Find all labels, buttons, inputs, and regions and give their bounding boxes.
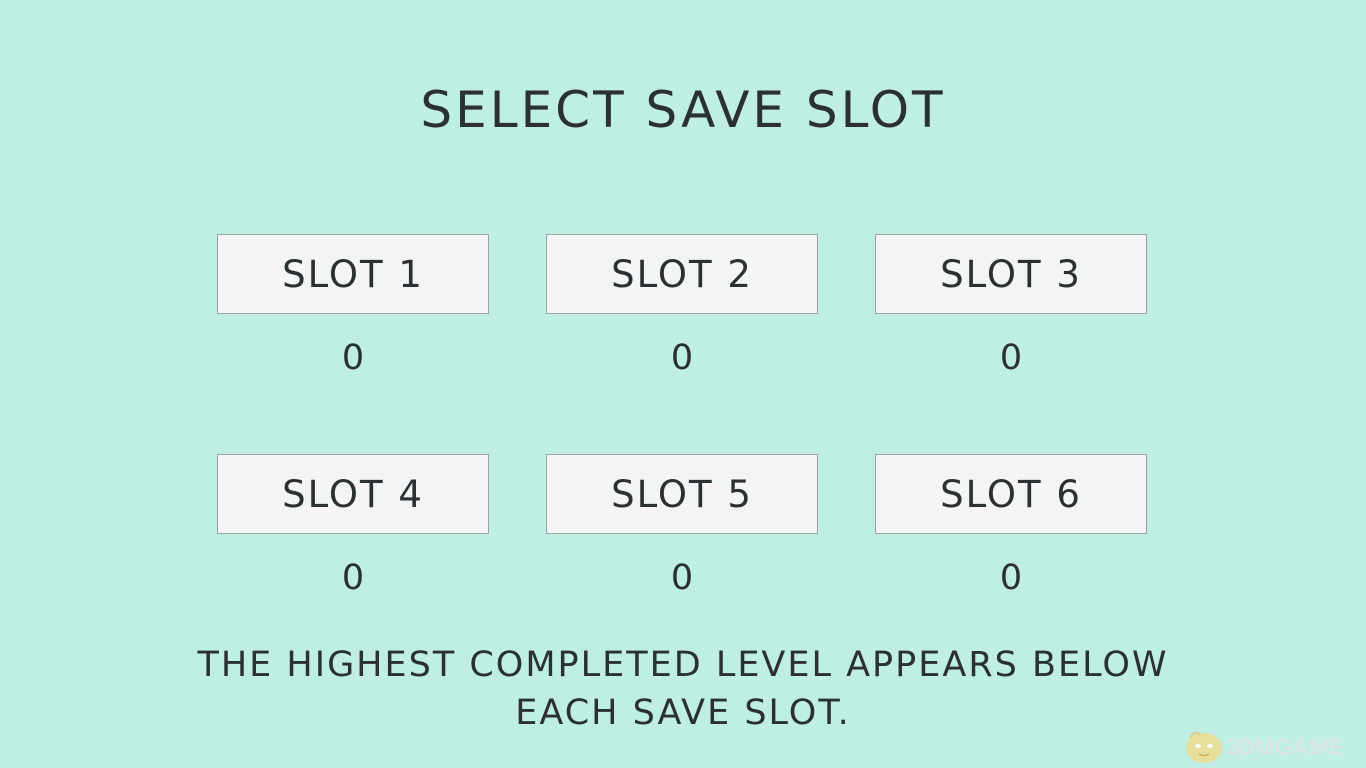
slot-6-button[interactable]: SLOT 6 (875, 454, 1147, 534)
slot-2-level: 0 (670, 338, 694, 378)
help-text: THE HIGHEST COMPLETED LEVEL APPEARS BELO… (0, 641, 1366, 737)
mascot-logo-icon (1186, 731, 1222, 763)
slot-6-level: 0 (999, 558, 1023, 598)
slot-1-button[interactable]: SLOT 1 (217, 234, 489, 314)
page-title: SELECT SAVE SLOT (420, 81, 946, 139)
slot-4-level: 0 (341, 558, 365, 598)
watermark: 3DMGAME (1180, 724, 1366, 768)
watermark-text: 3DMGAME (1226, 734, 1344, 760)
slot-4-button[interactable]: SLOT 4 (217, 454, 489, 534)
help-text-line-2: EACH SAVE SLOT. (515, 693, 851, 733)
slot-5-button[interactable]: SLOT 5 (546, 454, 818, 534)
slot-2-button[interactable]: SLOT 2 (546, 234, 818, 314)
slot-5-level: 0 (670, 558, 694, 598)
slot-3-button[interactable]: SLOT 3 (875, 234, 1147, 314)
slot-3-level: 0 (999, 338, 1023, 378)
slot-1-level: 0 (341, 338, 365, 378)
help-text-line-1: THE HIGHEST COMPLETED LEVEL APPEARS BELO… (197, 645, 1169, 685)
